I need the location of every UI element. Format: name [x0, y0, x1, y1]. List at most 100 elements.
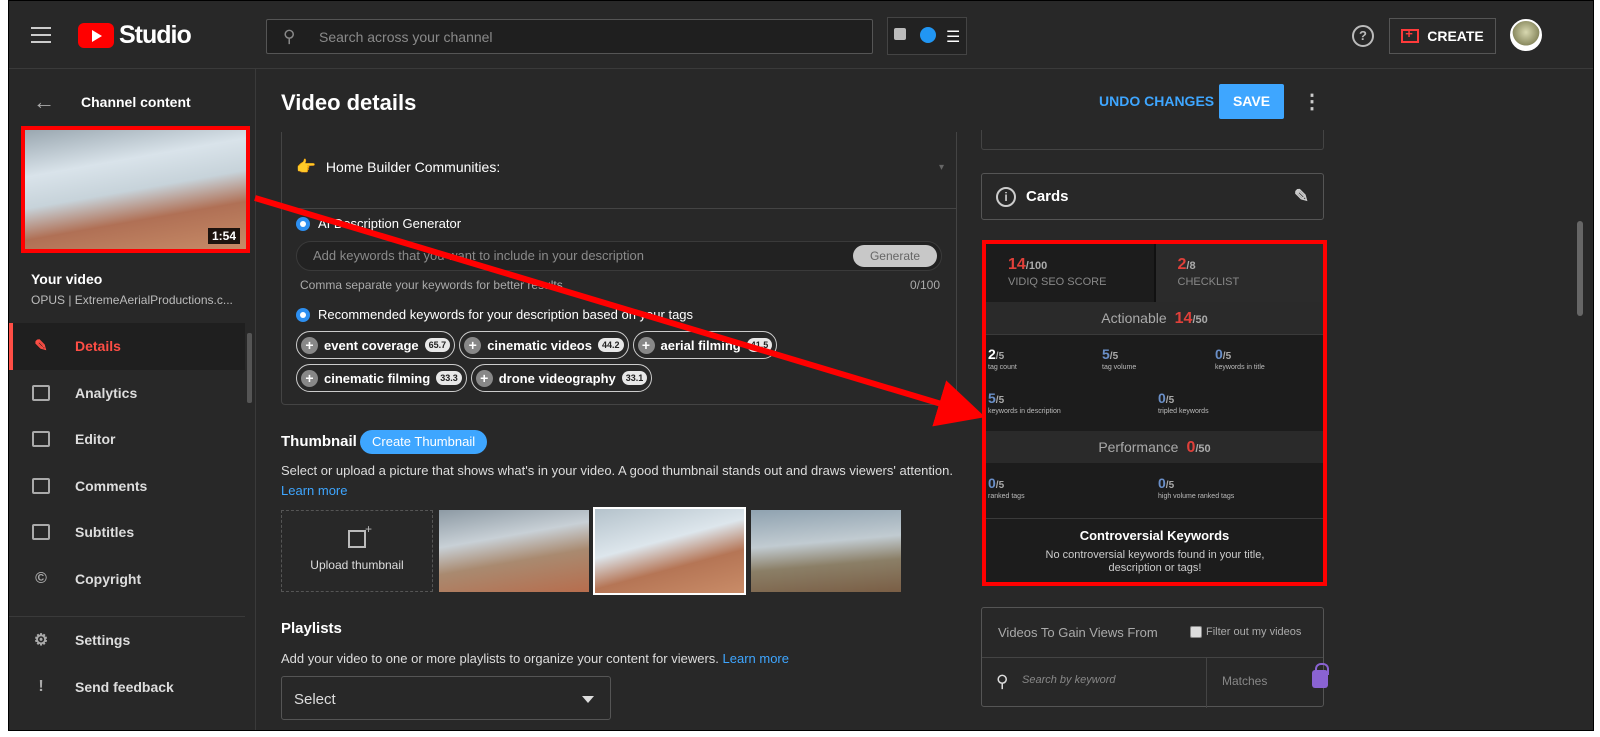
keyword-score: 33.1 — [621, 371, 648, 385]
back-arrow-icon[interactable]: ← — [33, 89, 55, 115]
list-icon[interactable]: ☰ — [946, 27, 960, 47]
sidebar-item-copyright[interactable]: © Copyright — [9, 556, 245, 603]
search-bar[interactable]: ⚲ — [266, 19, 873, 54]
cards-section[interactable]: i Cards ✎ — [981, 173, 1324, 220]
seo-tabs: 14/100 VIDIQ SEO SCORE 2/8 CHECKLIST — [986, 244, 1323, 302]
sidebar-item-analytics[interactable]: Analytics — [9, 370, 245, 417]
sidebar-bottom-nav: ⚙ Settings ! Send feedback — [9, 616, 245, 710]
create-thumbnail-button[interactable]: Create Thumbnail — [360, 430, 488, 454]
youtube-logo-icon[interactable] — [78, 23, 114, 48]
vidiq-logo-icon — [296, 307, 310, 322]
tab-seo-score[interactable]: 14/100 VIDIQ SEO SCORE — [986, 244, 1154, 302]
thumbnail-option[interactable] — [439, 510, 589, 592]
keyword-chip[interactable]: + aerial filming 41.5 — [632, 331, 778, 359]
lock-icon[interactable] — [1312, 663, 1329, 688]
metric-tag-volume: 5/5 tag volume — [1102, 346, 1137, 371]
help-icon[interactable]: ? — [1352, 25, 1374, 47]
sidebar-item-details[interactable]: ✎ Details — [9, 323, 245, 370]
main-content: Video details UNDO CHANGES SAVE ⋮ 👉 Home… — [257, 69, 1587, 730]
divider — [1206, 657, 1207, 708]
performance-score: 0/50 — [1186, 439, 1211, 456]
top-bar: Studio ⚲ ☰ ? CREATE — [9, 1, 1593, 69]
metric-ranked-tags: 0/5 ranked tags — [988, 475, 1025, 500]
keywords-field[interactable]: Generate — [296, 241, 942, 271]
extension-toolbar: ☰ — [887, 17, 967, 55]
playlists-description-text: Add your video to one or more playlists … — [281, 651, 719, 666]
playlists-learn-more-link[interactable]: Learn more — [723, 651, 789, 666]
seo-score-caption: VIDIQ SEO SCORE — [1008, 276, 1107, 288]
add-image-icon — [348, 522, 372, 548]
video-thumbnail[interactable]: 1:54 — [21, 126, 250, 253]
keywords-counter: 0/100 — [909, 278, 940, 292]
copyright-icon: © — [35, 569, 47, 587]
pencil-icon[interactable]: ✎ — [1294, 186, 1309, 207]
performance-band: Performance 0/50 — [986, 431, 1323, 463]
metric-keywords-in-title: 0/5 keywords in title — [1215, 346, 1265, 371]
recommended-keywords-heading: Recommended keywords for your descriptio… — [296, 307, 693, 322]
upload-thumbnail-button[interactable]: Upload thumbnail — [281, 510, 433, 592]
page-title: Video details — [281, 90, 417, 115]
resize-icon[interactable]: ▾ — [939, 162, 944, 173]
gear-icon: ⚙ — [33, 632, 49, 650]
save-button[interactable]: SAVE — [1219, 84, 1284, 119]
page-scrollbar[interactable] — [1577, 221, 1583, 316]
keyword-chip-label: cinematic filming — [324, 370, 431, 386]
sidebar-item-settings[interactable]: ⚙ Settings — [9, 617, 245, 664]
pointing-hand-icon: 👉 — [296, 159, 316, 176]
videos-to-gain-views-title: Videos To Gain Views From — [998, 625, 1158, 640]
video-camera-icon — [1401, 26, 1420, 43]
search-icon: ⚲ — [283, 27, 296, 46]
ai-description-generator-heading: AI Description Generator — [296, 216, 461, 231]
keyword-chip[interactable]: + event coverage 65.7 — [296, 331, 456, 359]
add-icon: + — [637, 336, 655, 354]
menu-icon[interactable] — [31, 27, 51, 48]
keyword-chip[interactable]: + drone videography 33.1 — [470, 364, 653, 392]
playlist-select[interactable]: Select — [281, 676, 611, 720]
filter-my-videos-toggle[interactable]: Filter out my videos — [1190, 626, 1301, 638]
home-builder-line: 👉 Home Builder Communities: — [296, 157, 500, 177]
playlists-heading: Playlists — [281, 620, 342, 637]
checkbox[interactable] — [1190, 626, 1202, 638]
keyword-score: 44.2 — [597, 338, 624, 352]
actionable-band: Actionable 14/50 — [986, 302, 1323, 334]
sidebar-item-subtitles[interactable]: Subtitles — [9, 509, 245, 556]
generate-button[interactable]: Generate — [853, 245, 937, 267]
create-button[interactable]: CREATE — [1389, 18, 1496, 54]
thumbnail-option-selected[interactable] — [593, 507, 746, 595]
metric-high-volume-ranked-tags: 0/5 high volume ranked tags — [1158, 475, 1235, 500]
sidebar-scrollbar[interactable] — [247, 333, 252, 403]
thumbnail-learn-more-link[interactable]: Learn more — [281, 483, 347, 498]
playlists-description: Add your video to one or more playlists … — [281, 651, 789, 666]
vidiq-stats-icon[interactable] — [894, 28, 906, 40]
undo-changes-button[interactable]: UNDO CHANGES — [1099, 93, 1214, 109]
sidebar-item-label: Subtitles — [75, 524, 135, 541]
back-to-channel-content[interactable]: ← Channel content — [33, 89, 191, 115]
keyword-chip[interactable]: + cinematic filming 33.3 — [296, 364, 467, 392]
keyword-score: 33.3 — [436, 371, 462, 385]
studio-logo-text[interactable]: Studio — [119, 21, 192, 50]
editor-icon — [31, 430, 51, 448]
sidebar-item-send-feedback[interactable]: ! Send feedback — [9, 664, 245, 711]
search-input[interactable] — [319, 26, 839, 48]
sidebar-item-editor[interactable]: Editor — [9, 416, 245, 463]
actionable-score: 14/50 — [1174, 310, 1208, 327]
sidebar-item-comments[interactable]: Comments — [9, 463, 245, 510]
sidebar-item-label: Settings — [75, 632, 131, 649]
keywords-input[interactable] — [313, 248, 833, 263]
avatar[interactable] — [1510, 19, 1542, 51]
add-icon: + — [301, 369, 318, 387]
vidiq-logo-icon — [296, 216, 310, 231]
playlist-select-value: Select — [294, 691, 336, 708]
tab-checklist[interactable]: 2/8 CHECKLIST — [1153, 244, 1323, 302]
more-options-icon[interactable]: ⋮ — [1302, 89, 1322, 114]
sidebar-item-label: Comments — [75, 477, 148, 494]
keyword-chip[interactable]: + cinematic videos 44.2 — [459, 331, 629, 359]
home-builder-text: Home Builder Communities: — [325, 159, 501, 175]
keywords-hint: Comma separate your keywords for better … — [300, 278, 563, 292]
keyword-search-input[interactable] — [1022, 674, 1192, 686]
vidiq-logo-icon[interactable] — [920, 27, 936, 43]
checklist-score: 2/8 — [1177, 256, 1196, 273]
thumbnail-option[interactable] — [751, 510, 901, 592]
description-box[interactable]: 👉 Home Builder Communities: ▾ AI Descrip… — [281, 132, 957, 405]
keyword-score: 65.7 — [424, 338, 451, 352]
